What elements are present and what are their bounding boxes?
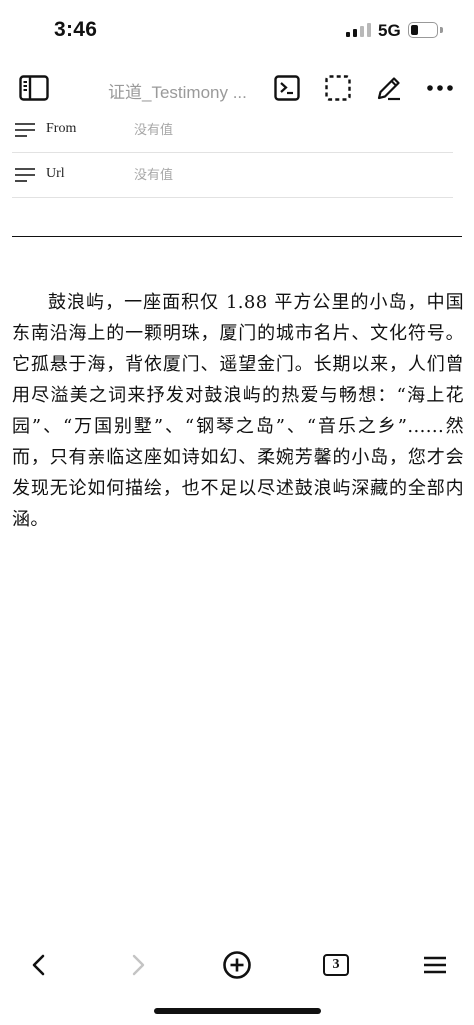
battery-fill [411,25,418,35]
property-label: From [46,121,77,136]
property-row-from[interactable]: From 没有值 [12,108,453,153]
network-type: 5G [378,21,401,40]
dashed-select-icon[interactable] [322,72,354,104]
add-icon[interactable] [220,948,254,982]
battery-cap [440,27,443,33]
article-paragraph[interactable]: 鼓浪屿，一座面积仅 1.88 平方公里的小岛，中国东南沿海上的一颗明珠，厦门的城… [12,287,464,535]
back-icon[interactable] [22,948,56,982]
top-toolbar: 证道_Testimony ... [0,62,474,114]
divider [12,236,462,237]
more-icon[interactable] [424,72,456,104]
signal-bar [346,32,350,37]
signal-bar [367,23,371,37]
status-bar: 3:46 5G [0,0,474,62]
property-row-url[interactable]: Url 没有值 [12,153,453,198]
property-value[interactable]: 没有值 [134,164,173,183]
sidebar-icon[interactable] [18,72,50,104]
document-title[interactable]: 证道_Testimony ... [108,78,258,103]
tabs-icon[interactable]: 3 [319,948,353,982]
signal-bar [360,26,364,37]
home-indicator[interactable] [154,1008,321,1014]
signal-bar [353,29,357,37]
bottom-toolbar: 3 [0,940,474,990]
property-value[interactable]: 没有值 [134,119,173,138]
terminal-icon[interactable] [271,72,303,104]
battery-icon [408,22,438,38]
forward-icon[interactable] [121,948,155,982]
menu-icon[interactable] [418,948,452,982]
pencil-icon[interactable] [373,72,405,104]
text-lines-icon [15,168,35,182]
status-time: 3:46 [54,18,98,41]
property-label: Url [46,166,65,181]
signal-icon [346,23,372,37]
text-lines-icon [15,123,35,137]
tab-count: 3 [323,954,349,976]
